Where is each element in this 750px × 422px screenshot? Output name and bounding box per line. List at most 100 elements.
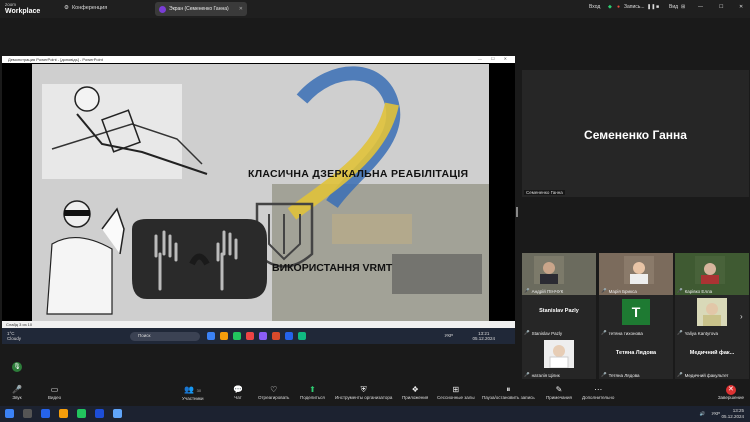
- chrome-icon[interactable]: [77, 409, 86, 418]
- chat-icon: 💬: [233, 385, 243, 394]
- conference-menu[interactable]: ⚙ Конференция: [64, 5, 107, 11]
- mic-muted-icon: 🎤: [601, 330, 607, 335]
- os-date: 05.12.2024: [721, 413, 744, 419]
- react-button[interactable]: ♡ Отреагировать: [258, 385, 289, 400]
- system-tray: 🔊 УКР: [700, 411, 720, 417]
- folder-icon[interactable]: [59, 409, 68, 418]
- share-label: Поделиться: [300, 395, 325, 400]
- pause-record-label: Пауза/остановить запись: [482, 395, 535, 400]
- shield-icon: ◆: [608, 4, 612, 10]
- participant-tile[interactable]: Stanislav Pazly 🎤 Stanislav Pazly: [522, 295, 596, 337]
- participant-tile[interactable]: 🎤 Карівко Елла: [675, 253, 749, 295]
- os-lang[interactable]: УКР: [712, 411, 720, 417]
- end-meeting-button[interactable]: ✕ Завершение: [718, 385, 744, 400]
- shared-lang: УКР: [444, 333, 453, 338]
- maximize-icon[interactable]: ☐: [719, 4, 723, 10]
- pause-record-button[interactable]: ⏸ Пауза/остановить запись: [482, 385, 535, 400]
- powerpoint-icon: [272, 332, 280, 340]
- notes-button[interactable]: ✎ Примечания: [546, 385, 572, 400]
- participant-display-name: Медичний фак...: [689, 350, 735, 356]
- more-button[interactable]: ⋯ Дополнительно: [582, 385, 614, 400]
- mic-muted-icon: 🎤: [601, 288, 607, 293]
- weather-widget: 1°C Cloudy: [7, 331, 21, 341]
- participant-name: Карівко Елла: [684, 288, 713, 294]
- participant-tile[interactable]: Тетяна Лядова 🎤 Тетяна Лядова: [599, 337, 673, 379]
- window-close-icon[interactable]: ✕: [739, 4, 743, 10]
- windows-start-icon[interactable]: [5, 409, 14, 418]
- stop-record-icon[interactable]: ■: [656, 4, 659, 10]
- microphone-icon[interactable]: 🎙: [12, 362, 22, 372]
- volume-icon[interactable]: 🔊: [700, 411, 706, 417]
- participant-name: Yaliya Kantyrova: [684, 330, 719, 336]
- participant-name: Stanislav Pazly: [531, 330, 563, 336]
- mic-muted-icon: 🎤: [677, 330, 683, 335]
- meeting-toolbar: 🎤 Звук ▭ Видео 👥 30 Участники 💬 Чат ♡ От…: [0, 382, 750, 406]
- participants-count: 30: [196, 388, 202, 393]
- video-button[interactable]: ▭ Видео: [48, 385, 61, 400]
- audio-button[interactable]: 🎤 Звук: [12, 385, 22, 400]
- zoom-app-icon[interactable]: [95, 409, 104, 418]
- conference-label: Конференция: [71, 5, 108, 11]
- word-icon: [285, 332, 293, 340]
- participant-display-name: Stanislav Pazly: [539, 308, 579, 314]
- zoom-top-bar: zoom Workplace ⚙ Конференция Экран (Семе…: [0, 0, 750, 18]
- audio-label: Звук: [12, 395, 22, 400]
- login-label[interactable]: Вход: [589, 4, 600, 10]
- chat-button[interactable]: 💬 Чат: [233, 385, 243, 400]
- participant-tile[interactable]: 🎤 Андрій ПІНЧУК: [522, 253, 596, 295]
- pause-record-icon[interactable]: ❚❚: [647, 4, 655, 10]
- participant-tile[interactable]: 🎤 Марія Брикса: [599, 253, 673, 295]
- participants-label: Участники: [182, 396, 204, 401]
- participant-name: тетяна тихонова: [608, 330, 643, 336]
- mic-muted-icon: 🎤: [524, 330, 530, 335]
- share-screen-icon: ⬆: [309, 385, 316, 394]
- patient-head: [74, 86, 100, 112]
- apps-button[interactable]: ❖ Приложения: [402, 385, 428, 400]
- slide-heading-1: КЛАСИЧНА ДЗЕРКАЛЬНА РЕАБІЛІТАЦІЯ: [248, 168, 469, 180]
- app-icon: [207, 332, 215, 340]
- shared-taskbar: 1°C Cloudy Поиск УКР 13:21 05.12.2024: [2, 328, 515, 344]
- participant-tile[interactable]: 🎤 Yaliya Kantyrova: [675, 295, 749, 337]
- view-grid-icon[interactable]: ⊞: [681, 4, 685, 10]
- app-icon[interactable]: [113, 409, 122, 418]
- participant-name: наталія Цілик: [531, 372, 560, 378]
- view-label[interactable]: Вид: [669, 4, 678, 10]
- breakout-label: Сессионные залы: [437, 395, 475, 400]
- panel-resize-handle[interactable]: [516, 207, 518, 217]
- participant-avatar-photo: [697, 298, 727, 326]
- breakout-rooms-icon: ⊞: [452, 385, 460, 394]
- participants-button[interactable]: 👥 30 Участники: [182, 385, 204, 401]
- participant-tile[interactable]: T 🎤 тетяна тихонова: [599, 295, 673, 337]
- more-label: Дополнительно: [582, 395, 615, 400]
- participant-tile[interactable]: 🎤 наталія Цілик: [522, 337, 596, 379]
- minimize-icon[interactable]: —: [698, 4, 703, 10]
- participant-avatar-photo: [544, 340, 574, 368]
- search-placeholder: Поиск: [138, 333, 151, 338]
- participant-name: Андрій ПІНЧУК: [531, 288, 564, 294]
- slide-heading-2: ВИКОРИСТАННЯ VRMT: [272, 262, 393, 274]
- shared-taskbar-apps: [207, 332, 306, 340]
- breakout-rooms-button[interactable]: ⊞ Сессионные залы: [437, 385, 475, 400]
- mic-muted-icon: 🎤: [524, 372, 530, 377]
- os-clock[interactable]: 13:25 05.12.2024: [721, 408, 744, 419]
- close-icon[interactable]: ✕: [239, 6, 243, 12]
- recording-label[interactable]: Запись...: [624, 4, 645, 10]
- chat-label: Чат: [234, 395, 242, 400]
- participant-video: [695, 256, 725, 284]
- app-icon: [246, 332, 254, 340]
- host-tools-button[interactable]: ⛨ Инструменты организатора: [335, 385, 392, 400]
- participant-tile[interactable]: Медичний фак... 🎤 Медичний факультет: [675, 337, 749, 379]
- chevron-right-icon[interactable]: ›: [740, 312, 743, 321]
- participant-name: Тетяна Лядова: [608, 372, 640, 378]
- search-icon[interactable]: [23, 409, 32, 418]
- shared-search-box: Поиск: [130, 332, 200, 341]
- share-button[interactable]: ⬆ Поделиться: [300, 385, 325, 400]
- video-label: Видео: [48, 395, 62, 400]
- shared-screen-tab[interactable]: Экран (Семененко Ганна) ✕: [155, 2, 247, 16]
- active-speaker-tile[interactable]: Семененко Ганна Семененко Ганна: [522, 70, 749, 197]
- participant-video: [624, 256, 654, 284]
- mic-muted-icon: 🎤: [524, 288, 530, 293]
- speaker-name-small: Семененко Ганна: [524, 190, 565, 195]
- edge-icon[interactable]: [41, 409, 50, 418]
- end-label: Завершение: [717, 395, 744, 400]
